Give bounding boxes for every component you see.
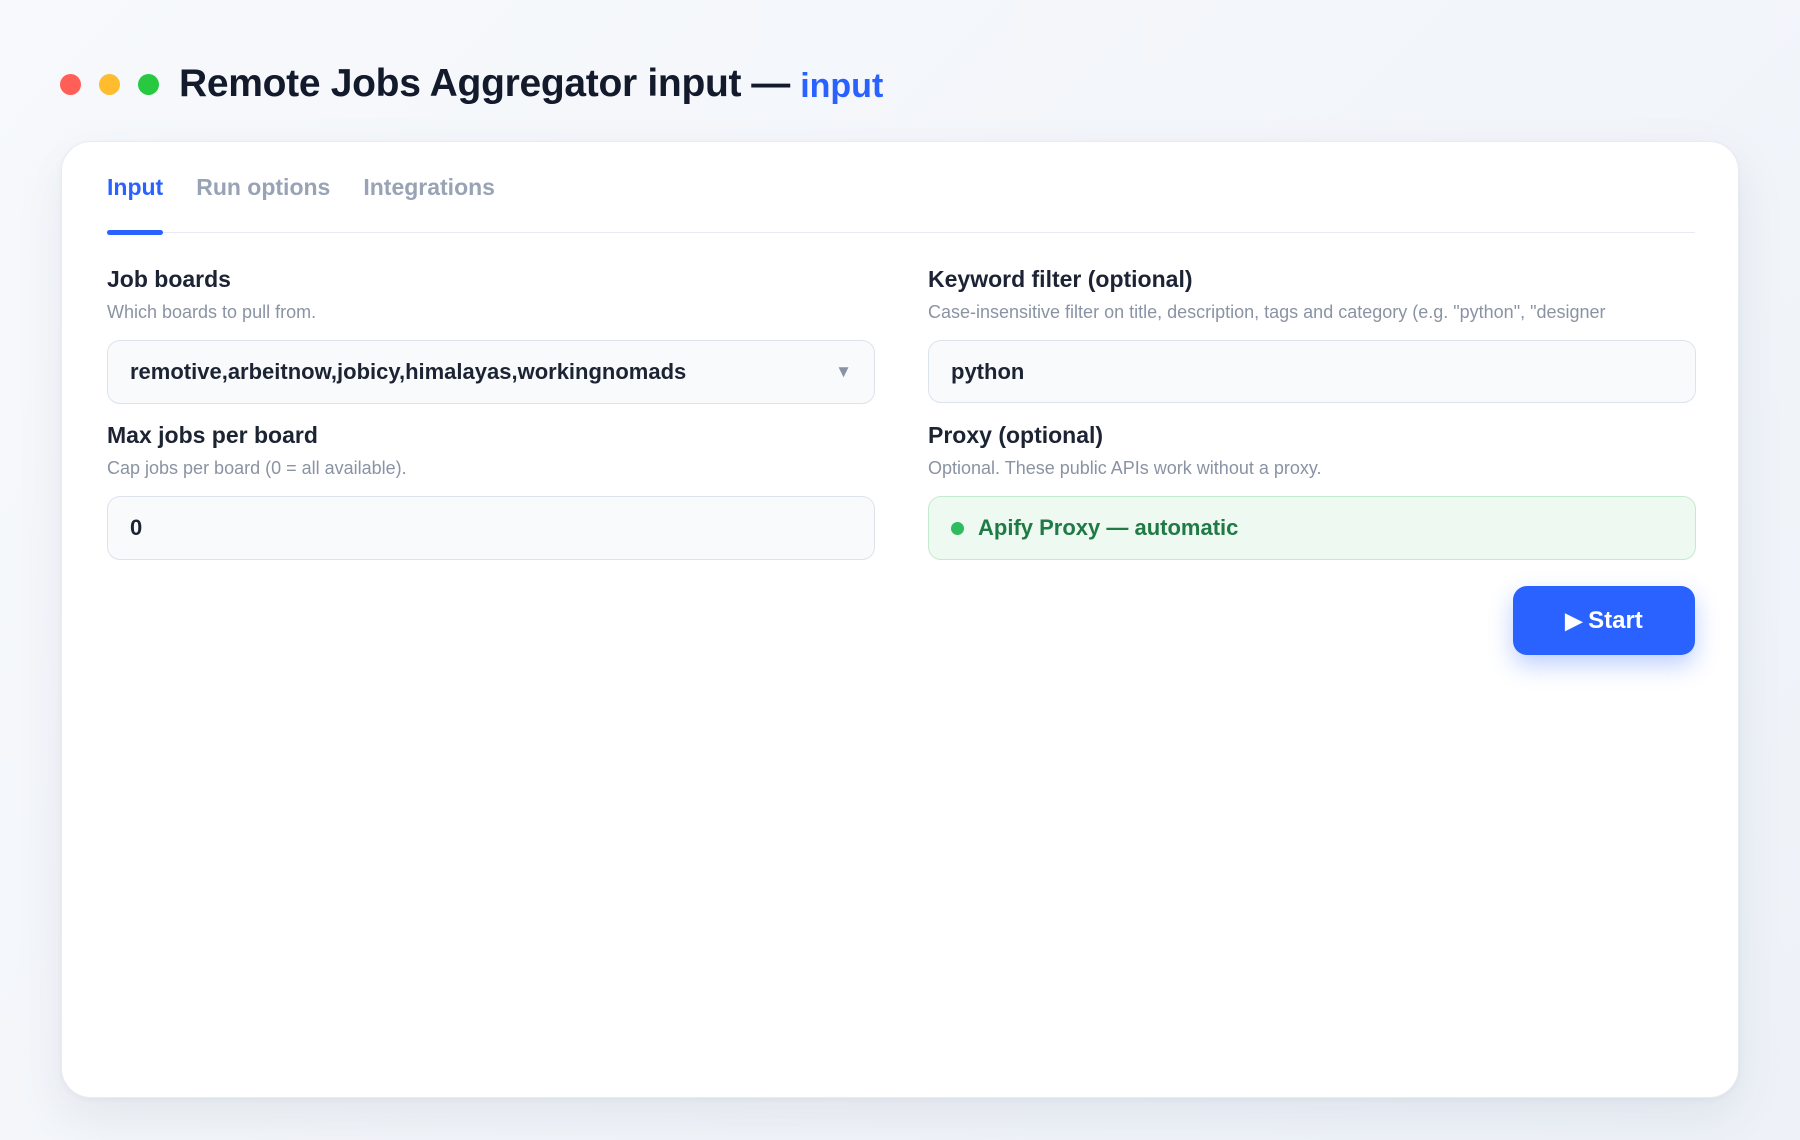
tab-input[interactable]: Input [107,142,164,235]
max-jobs-value: 0 [130,515,143,540]
job-boards-select[interactable]: remotive,arbeitnow,jobicy,himalayas,work… [107,340,875,404]
input-card: Input Run options Integrations Job board… [61,141,1739,1098]
tab-integrations[interactable]: Integrations [363,142,495,232]
maximize-window-icon[interactable] [138,73,159,95]
start-button-label: Start [1588,606,1643,634]
start-button[interactable]: ▶ Start [1513,586,1695,655]
max-jobs-help: Cap jobs per board (0 = all available). [107,458,407,478]
keyword-filter-help: Case-insensitive filter on title, descri… [928,302,1606,322]
title-separator: — [751,62,791,105]
page-title: Remote Jobs Aggregator input [179,62,742,105]
keyword-filter-label: Keyword filter (optional) [928,266,1193,292]
proxy-label: Proxy (optional) [928,422,1104,448]
job-boards-value: remotive,arbeitnow,jobicy,himalayas,work… [130,359,687,384]
proxy-config-box[interactable]: Apify Proxy — automatic [928,496,1696,560]
close-window-icon[interactable] [60,73,81,95]
job-boards-label: Job boards [107,266,231,292]
play-icon: ▶ [1565,607,1583,633]
max-jobs-input[interactable]: 0 [107,496,875,560]
job-boards-field: Job boards Which boards to pull from. re… [107,263,875,404]
chevron-down-icon[interactable]: ▼ [835,362,852,382]
tab-bar: Input Run options Integrations [107,142,1695,235]
keyword-filter-value: python [951,358,1025,384]
max-jobs-label: Max jobs per board [107,422,318,448]
proxy-help: Optional. These public APIs work without… [928,458,1322,478]
proxy-field: Proxy (optional) Optional. These public … [928,419,1696,560]
max-jobs-field: Max jobs per board Cap jobs per board (0… [107,419,875,560]
proxy-value: Apify Proxy — automatic [978,515,1239,540]
minimize-window-icon[interactable] [99,73,120,95]
page-subtitle: input [800,66,884,105]
tab-run-options[interactable]: Run options [196,142,330,232]
job-boards-help: Which boards to pull from. [107,302,317,322]
window-title-bar: Remote Jobs Aggregator input — input [60,58,883,110]
status-dot-icon [951,521,964,535]
keyword-filter-input[interactable]: python [928,340,1696,403]
keyword-filter-field: Keyword filter (optional) Case-insensiti… [928,263,1696,403]
